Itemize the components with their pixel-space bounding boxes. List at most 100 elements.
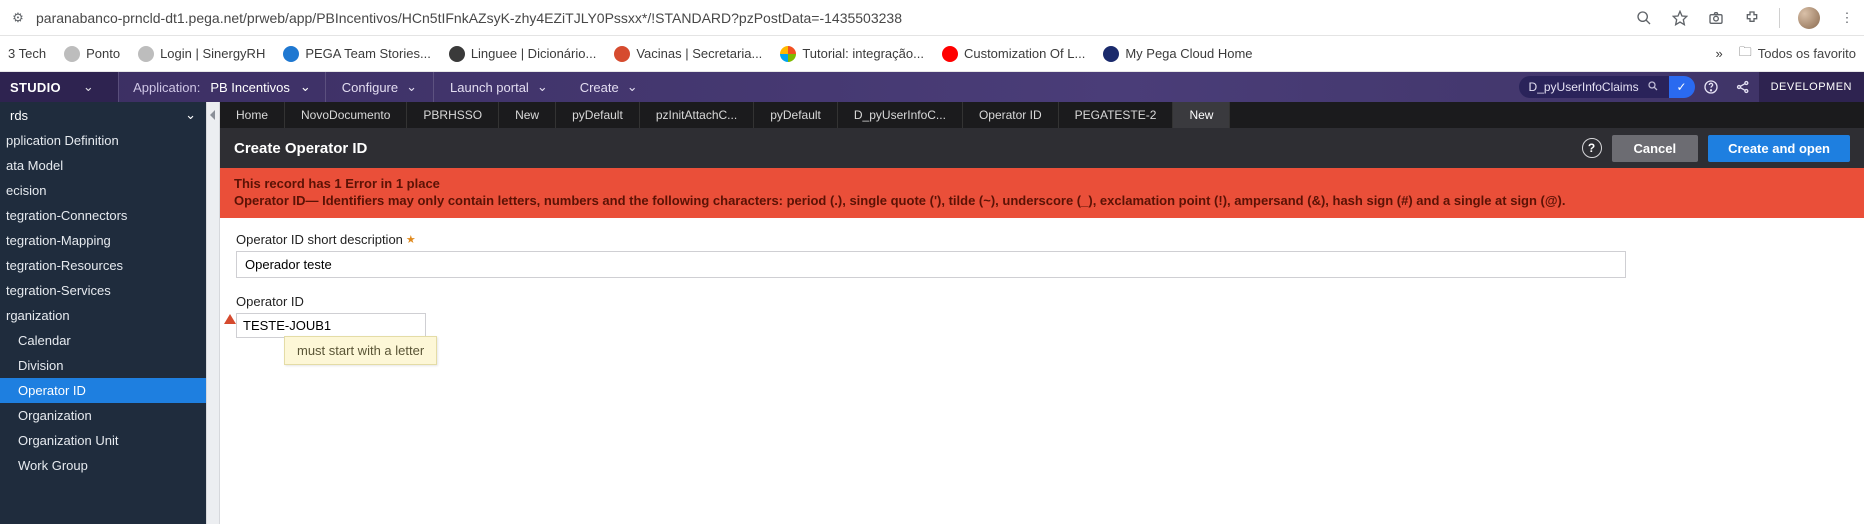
sidebar-subitem-organization-unit[interactable]: Organization Unit — [0, 428, 206, 453]
zoom-icon[interactable] — [1635, 9, 1653, 27]
favicon-icon — [780, 46, 796, 62]
search-icon — [1647, 80, 1659, 95]
tab-item[interactable]: D_pyUserInfoC... — [838, 102, 963, 128]
bookmark-label: Todos os favorito — [1758, 46, 1856, 61]
bookmark-label: Tutorial: integração... — [802, 46, 924, 61]
environment-label: DEVELOPMEN — [1771, 81, 1852, 93]
error-detail: Operator ID— Identifiers may only contai… — [234, 193, 1850, 208]
bookmark-item[interactable]: 3 Tech — [8, 46, 46, 61]
camera-icon[interactable] — [1707, 9, 1725, 27]
menu-label: Launch portal — [450, 80, 529, 95]
folder-icon: 🗀 — [1739, 43, 1752, 65]
help-icon[interactable]: ? — [1582, 138, 1602, 158]
workspace-tabstrip: Home NovoDocumento PBRHSSO New pyDefault… — [220, 102, 1864, 128]
sidebar-header-label: rds — [10, 108, 28, 123]
bookmark-item[interactable]: My Pega Cloud Home — [1103, 46, 1252, 62]
sidebar-subitem-calendar[interactable]: Calendar — [0, 328, 206, 353]
error-summary: This record has 1 Error in 1 place — [234, 176, 1850, 191]
application-switcher[interactable]: Application: PB Incentivos ⌄ — [119, 79, 325, 95]
menu-create[interactable]: Create⌄ — [564, 79, 654, 95]
favicon-icon — [283, 46, 299, 62]
cancel-button[interactable]: Cancel — [1612, 135, 1699, 162]
short-description-input[interactable] — [236, 251, 1626, 278]
extensions-icon[interactable] — [1743, 9, 1761, 27]
label-text: Operator ID — [236, 294, 304, 309]
sidebar-item[interactable]: ata Model — [0, 153, 206, 178]
bookmark-item[interactable]: Vacinas | Secretaria... — [614, 46, 762, 62]
bookmark-item[interactable]: Login | SinergyRH — [138, 46, 265, 62]
profile-avatar[interactable] — [1798, 7, 1820, 29]
sidebar-item[interactable]: ecision — [0, 178, 206, 203]
application-label: Application: — [133, 80, 200, 95]
sidebar-item[interactable]: tegration-Resources — [0, 253, 206, 278]
records-sidebar: rds ⌄ pplication Definition ata Model ec… — [0, 102, 206, 524]
sidebar-item[interactable]: tegration-Mapping — [0, 228, 206, 253]
bookmark-folder[interactable]: 🗀 Todos os favorito — [1739, 43, 1856, 65]
sidebar-section-header[interactable]: rds ⌄ — [0, 102, 206, 128]
chevron-down-icon: ⌄ — [83, 79, 94, 95]
required-icon: ★ — [406, 233, 416, 246]
bookmark-item[interactable]: Tutorial: integração... — [780, 46, 924, 62]
menu-launch-portal[interactable]: Launch portal ⌄ — [434, 79, 564, 95]
url-text[interactable]: paranabanco-prncld-dt1.pega.net/prweb/ap… — [36, 10, 1627, 26]
bookmark-label: Ponto — [86, 46, 120, 61]
bookmark-item[interactable]: Linguee | Dicionário... — [449, 46, 597, 62]
bookmarks-overflow-icon[interactable]: » — [1715, 46, 1722, 61]
chevron-down-icon: ⌄ — [537, 79, 548, 95]
error-banner: This record has 1 Error in 1 place Opera… — [220, 168, 1864, 218]
checkmark-badge[interactable]: ✓ — [1669, 76, 1695, 98]
sidebar-subitem-division[interactable]: Division — [0, 353, 206, 378]
bookmark-label: Login | SinergyRH — [160, 46, 265, 61]
search-text: D_pyUserInfoClaims — [1529, 80, 1639, 94]
help-icon[interactable] — [1695, 72, 1727, 102]
tab-item[interactable]: Operator ID — [963, 102, 1059, 128]
sidebar-item[interactable]: pplication Definition — [0, 128, 206, 153]
field-short-description: Operator ID short description ★ — [236, 232, 1848, 278]
favicon-icon — [449, 46, 465, 62]
chrome-menu-icon[interactable]: ⋮ — [1838, 9, 1856, 27]
bookmark-label: My Pega Cloud Home — [1125, 46, 1252, 61]
sidebar-item[interactable]: tegration-Connectors — [0, 203, 206, 228]
sidebar-subitem-work-group[interactable]: Work Group — [0, 453, 206, 478]
favicon-icon — [942, 46, 958, 62]
bookmark-item[interactable]: Ponto — [64, 46, 120, 62]
bookmark-item[interactable]: PEGA Team Stories... — [283, 46, 430, 62]
tab-item[interactable]: PBRHSSO — [407, 102, 499, 128]
tab-home[interactable]: Home — [220, 102, 285, 128]
bookmark-label: 3 Tech — [8, 46, 46, 61]
bookmark-item[interactable]: Customization Of L... — [942, 46, 1085, 62]
studio-switcher[interactable]: STUDIO ⌄ — [0, 72, 118, 102]
favicon-icon — [64, 46, 80, 62]
favicon-icon — [138, 46, 154, 62]
bookmark-label: Linguee | Dicionário... — [471, 46, 597, 61]
tab-item[interactable]: NovoDocumento — [285, 102, 407, 128]
create-and-open-button[interactable]: Create and open — [1708, 135, 1850, 162]
sidebar-subitem-operator-id[interactable]: Operator ID — [0, 378, 206, 403]
sidebar-item[interactable]: tegration-Services — [0, 278, 206, 303]
menu-configure[interactable]: Configure⌄ — [326, 79, 433, 95]
sidebar-item[interactable]: rganization — [0, 303, 206, 328]
label-text: Operator ID short description — [236, 232, 403, 247]
tab-item[interactable]: New — [499, 102, 556, 128]
site-settings-icon[interactable]: ⚙ — [8, 10, 28, 26]
bookmark-star-icon[interactable] — [1671, 9, 1689, 27]
share-icon[interactable] — [1727, 72, 1759, 102]
sidebar-subitem-organization[interactable]: Organization — [0, 403, 206, 428]
tab-item[interactable]: pyDefault — [556, 102, 640, 128]
rule-title: Create Operator ID — [234, 140, 367, 157]
tab-item[interactable]: PEGATESTE-2 — [1059, 102, 1174, 128]
chevron-down-icon: ⌄ — [300, 79, 311, 95]
divider — [1779, 8, 1780, 28]
tab-item[interactable]: pzInitAttachC... — [640, 102, 754, 128]
tab-item-active[interactable]: New — [1173, 102, 1230, 128]
menu-label: Create — [580, 80, 619, 95]
browser-url-bar: ⚙ paranabanco-prncld-dt1.pega.net/prweb/… — [0, 0, 1864, 36]
form-area: Operator ID short description ★ Operator… — [220, 218, 1864, 368]
menu-label: Configure — [342, 80, 398, 95]
tab-item[interactable]: pyDefault — [754, 102, 838, 128]
splitter-handle[interactable] — [206, 102, 220, 524]
bookmarks-bar: 3 Tech Ponto Login | SinergyRH PEGA Team… — [0, 36, 1864, 72]
top-search[interactable]: D_pyUserInfoClaims — [1519, 76, 1669, 98]
operator-id-input[interactable] — [236, 313, 426, 338]
field-label: Operator ID short description ★ — [236, 232, 1848, 247]
